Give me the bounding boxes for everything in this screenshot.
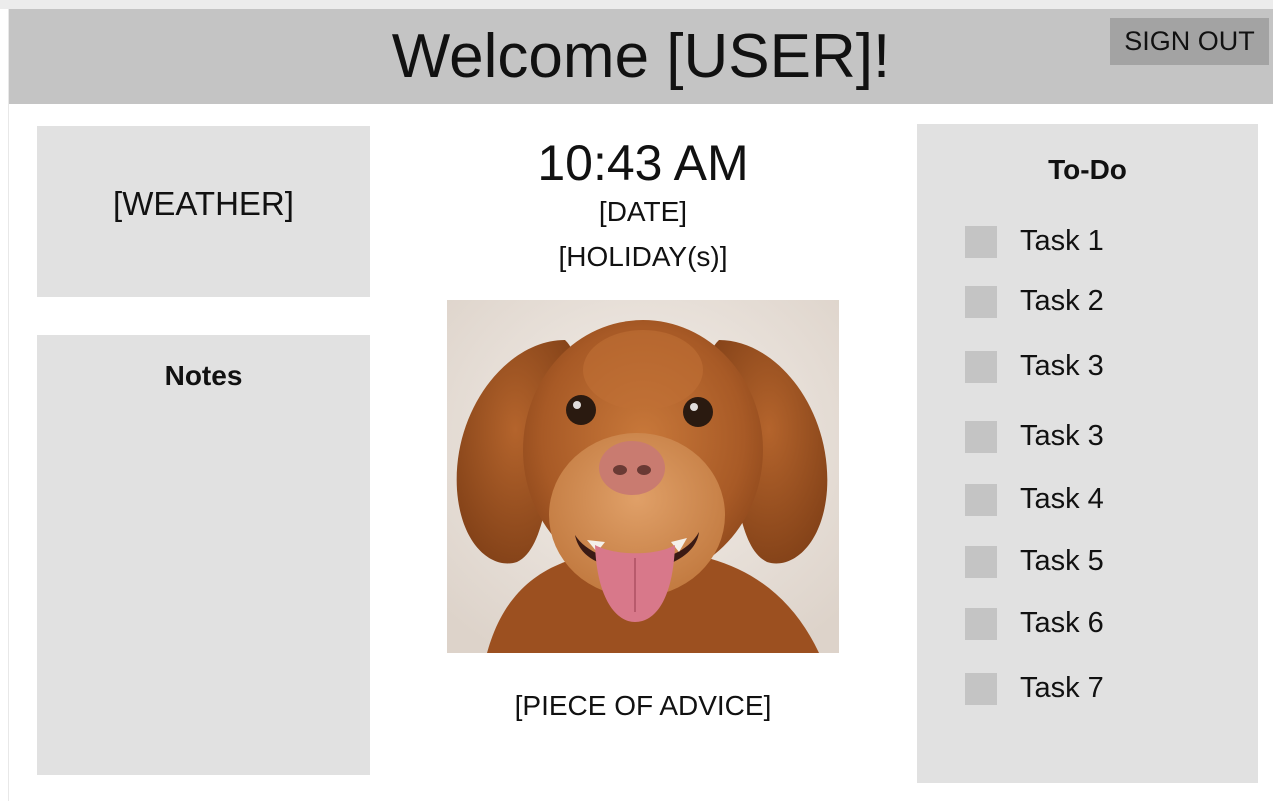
task-label: Task 5 [1020,545,1104,577]
header-bar: Welcome [USER]! SIGN OUT [9,9,1273,104]
task-label: Task 6 [1020,607,1104,639]
sign-out-button[interactable]: SIGN OUT [1110,18,1269,65]
advice-placeholder: [PIECE OF ADVICE] [514,690,772,721]
weather-placeholder: [WEATHER] [113,185,294,222]
welcome-title: Welcome [USER]! [391,22,891,91]
notes-title: Notes [164,360,243,391]
task-checkbox[interactable] [965,546,997,578]
task-checkbox[interactable] [965,286,997,318]
task-label: Task 7 [1020,672,1104,704]
task-label: Task 1 [1020,225,1104,257]
dog-photo [447,300,839,653]
task-checkbox[interactable] [965,421,997,453]
task-label: Task 3 [1020,350,1104,382]
task-label: Task 2 [1020,285,1104,317]
top-strip [0,0,1273,9]
clock-time: 10:43 AM [537,135,749,191]
task-checkbox[interactable] [965,673,997,705]
task-checkbox[interactable] [965,351,997,383]
todo-title: To-Do [1048,154,1127,185]
weather-panel: [WEATHER] [37,126,370,297]
holiday-placeholder: [HOLIDAY(s)] [558,241,728,272]
task-checkbox[interactable] [965,484,997,516]
task-checkbox[interactable] [965,608,997,640]
date-placeholder: [DATE] [598,196,688,227]
notes-panel[interactable]: Notes [37,335,370,775]
task-label: Task 3 [1020,420,1104,452]
todo-panel: To-Do Task 1 Task 2 Task 3 Task 3 Task 4… [917,124,1258,783]
task-checkbox[interactable] [965,226,997,258]
left-border [8,9,9,801]
task-label: Task 4 [1020,483,1104,515]
